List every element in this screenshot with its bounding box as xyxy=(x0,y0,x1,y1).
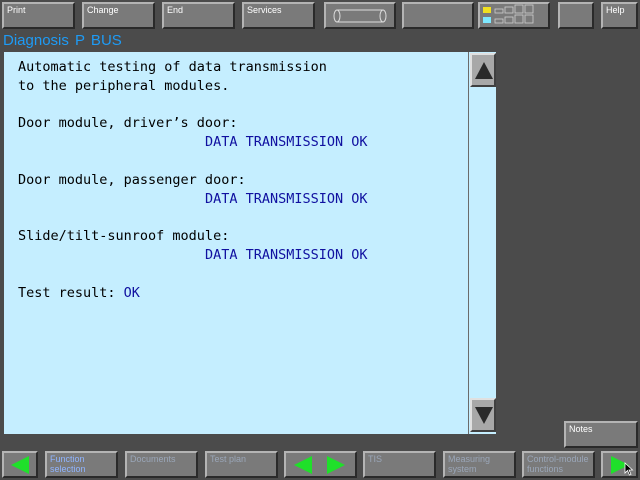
test-result-label: Test result: xyxy=(18,284,124,301)
scroll-down-button[interactable] xyxy=(470,398,496,432)
forward-button[interactable] xyxy=(601,451,638,478)
change-button[interactable]: Change xyxy=(82,2,155,29)
cylinder-indicator xyxy=(324,2,396,29)
page-title: Diagnosis P BUS xyxy=(3,32,122,49)
arrow-up-icon xyxy=(475,62,493,79)
arrow-down-icon xyxy=(475,407,493,424)
module-status: DATA TRANSMISSION OK xyxy=(205,190,368,207)
function-selection-button[interactable]: Function selection xyxy=(45,451,118,478)
print-button[interactable]: Print xyxy=(2,2,75,29)
top-toolbar: Print Change End Services Help xyxy=(0,0,640,30)
module-name: Slide/tilt-sunroof module: xyxy=(18,228,230,245)
test-plan-button[interactable]: Test plan xyxy=(205,451,278,478)
empty-toolbar-slot-2 xyxy=(558,2,594,29)
scrollbar[interactable] xyxy=(468,52,496,434)
control-module-functions-button[interactable]: Control-module functions xyxy=(522,451,595,478)
help-button[interactable]: Help xyxy=(601,2,638,29)
empty-toolbar-slot xyxy=(402,2,474,29)
services-button[interactable]: Services xyxy=(242,2,315,29)
diagnosis-text-panel: Automatic testing of data transmission t… xyxy=(4,52,468,434)
intro-line-2: to the peripheral modules. xyxy=(18,77,230,94)
page-navigation-buttons xyxy=(284,451,357,478)
intro-line-1: Automatic testing of data transmission xyxy=(18,59,327,75)
tis-button[interactable]: TIS xyxy=(363,451,436,478)
notes-button[interactable]: Notes xyxy=(564,421,638,448)
scroll-up-button[interactable] xyxy=(470,53,496,87)
measuring-system-button[interactable]: Measuring system xyxy=(443,451,516,478)
back-button[interactable] xyxy=(2,451,38,478)
module-name: Door module, passenger door: xyxy=(18,171,246,188)
documents-button[interactable]: Documents xyxy=(125,451,198,478)
module-status: DATA TRANSMISSION OK xyxy=(205,246,368,263)
module-status: DATA TRANSMISSION OK xyxy=(205,134,368,151)
cylinder-icon xyxy=(333,9,387,23)
module-name: Door module, driver’s door: xyxy=(18,115,238,132)
signal-bars-icon xyxy=(483,4,534,24)
cursor-icon xyxy=(624,462,634,476)
end-button[interactable]: End xyxy=(162,2,235,29)
test-result-value: OK xyxy=(123,284,140,301)
status-indicator xyxy=(478,2,550,29)
arrow-left-icon xyxy=(11,456,29,474)
page-forward-icon[interactable] xyxy=(327,456,345,474)
page-back-icon[interactable] xyxy=(294,456,312,474)
